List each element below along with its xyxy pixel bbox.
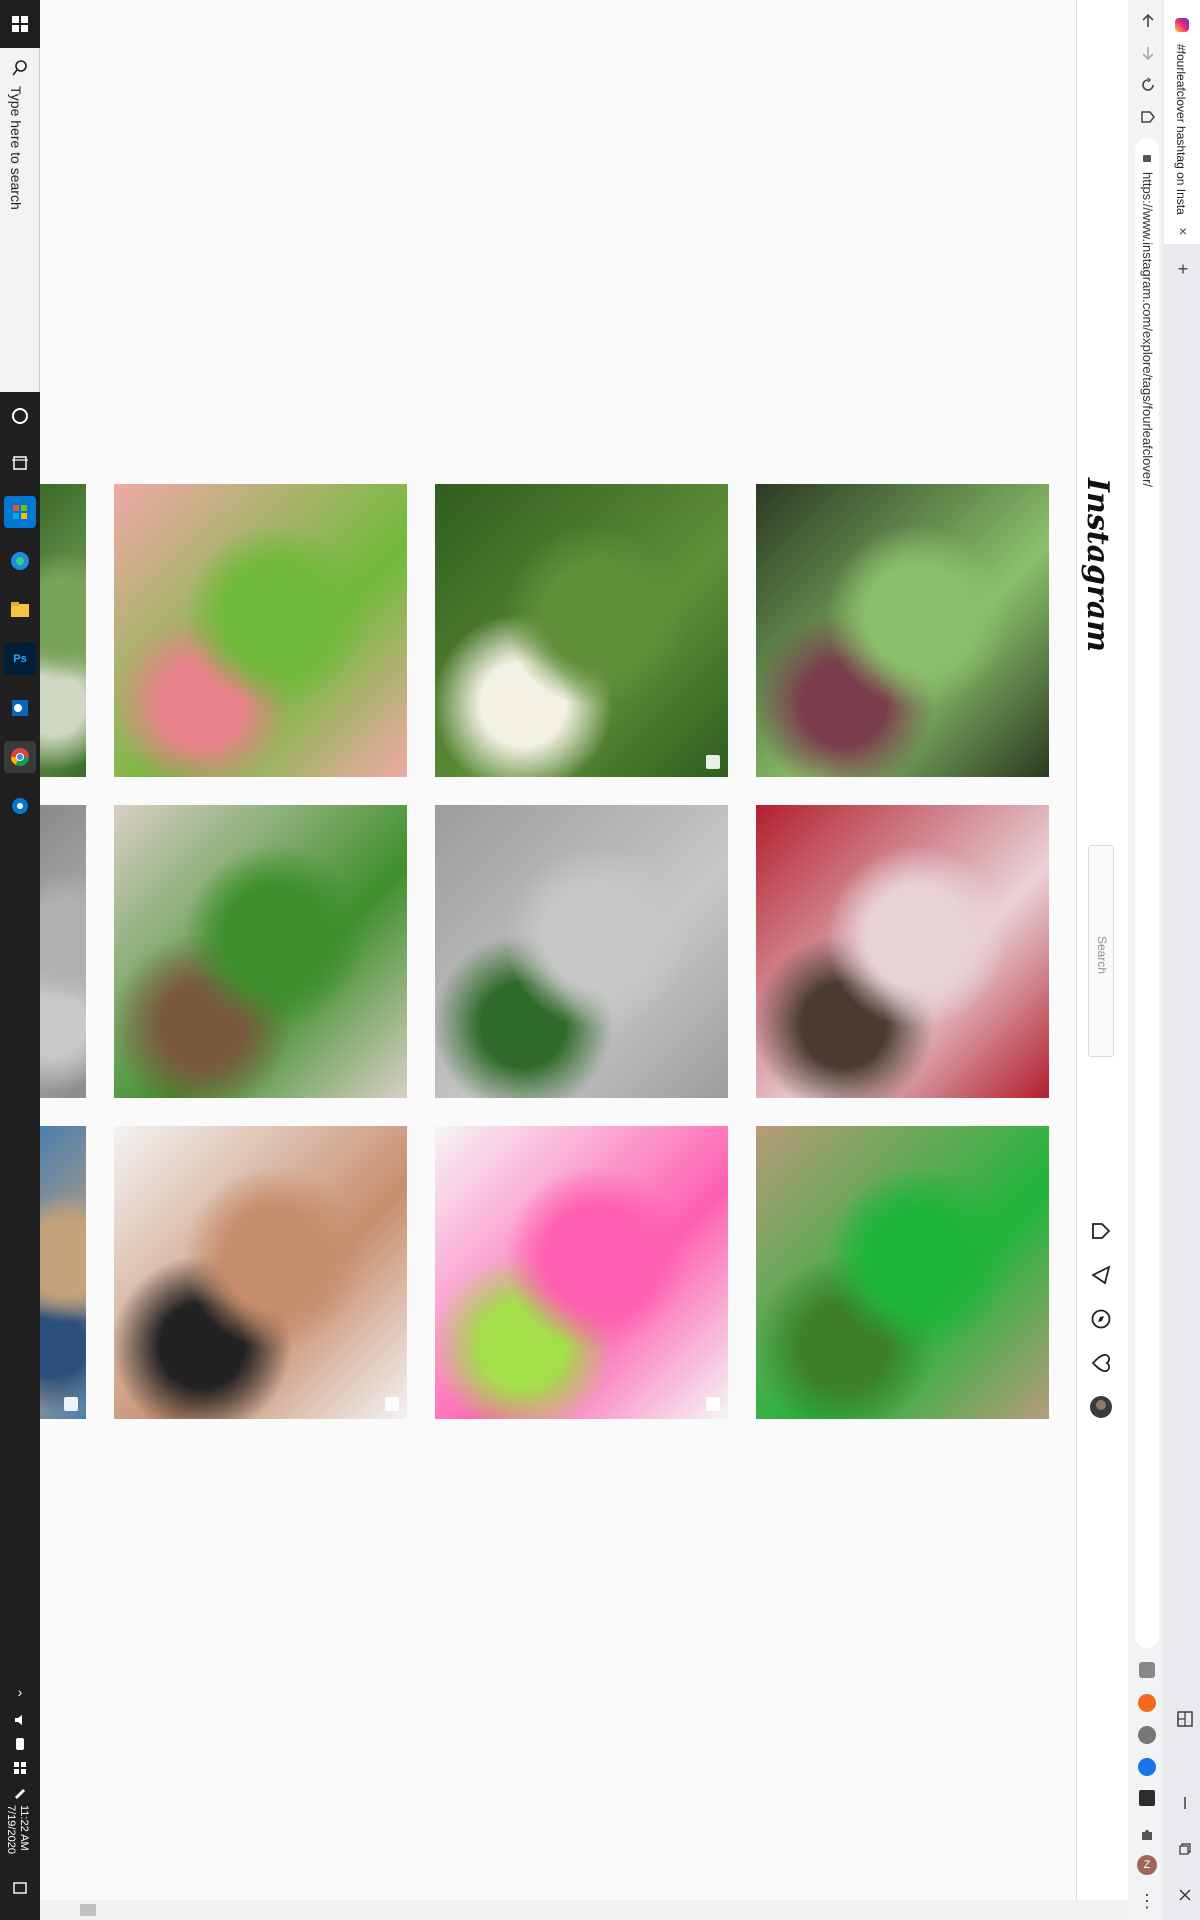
post-tile-hand-clover-pavement[interactable] [435,805,728,1098]
close-tab-icon[interactable]: × [1170,218,1196,244]
grammarly-icon[interactable] [1139,1662,1155,1678]
settings-icon[interactable] [4,790,36,822]
search-icon [10,58,30,78]
multi-post-icon [706,755,720,769]
profile-z-icon[interactable]: Z [1137,1855,1157,1875]
tab-title: #fourleafclover hashtag on Insta [1174,44,1188,215]
address-url[interactable]: https://www.instagram.com/explore/tags/f… [1140,172,1155,487]
edge-icon[interactable] [4,545,36,577]
direct-icon[interactable] [1088,1262,1114,1288]
puzzle-icon[interactable] [1134,1822,1160,1848]
close-window-icon[interactable] [1172,1882,1198,1908]
post-tile-clover-over-animal[interactable] [114,805,407,1098]
ext-gray-icon[interactable] [1138,1726,1156,1744]
clock[interactable]: 11:22 AM 7/19/2020 [4,1805,30,1854]
store-icon[interactable] [4,496,36,528]
clock-time: 11:22 AM [18,1805,30,1851]
back-icon[interactable] [1135,8,1161,34]
windows-logo-icon [12,16,28,32]
post-tile-fingers-holding-clover[interactable] [114,484,407,777]
horizontal-scrollbar[interactable] [40,1900,1128,1920]
menu-dots-icon[interactable]: ⋮ [1134,1888,1160,1914]
post-tile-clover-partial[interactable] [40,484,86,777]
taskbar-search-placeholder: Type here to search [8,86,24,210]
activity-icon[interactable] [1088,1350,1114,1376]
forward-icon[interactable] [1135,40,1161,66]
multi-post-icon [64,1397,78,1411]
post-tile-arm-tattoo[interactable] [114,1126,407,1419]
file-explorer-icon[interactable] [4,594,36,626]
ext-orange-icon[interactable] [1138,1694,1156,1712]
scrollbar-thumb[interactable] [80,1904,96,1916]
multi-post-icon [385,1397,399,1411]
layout-icon[interactable] [1172,1706,1198,1732]
profile-avatar-icon[interactable] [1088,1394,1114,1420]
ext-blue-icon[interactable] [1138,1758,1156,1776]
lock-icon[interactable] [1141,150,1153,162]
post-tile-clover-patch-white-flowers[interactable] [435,484,728,777]
post-tile-gray-partial[interactable] [40,805,86,1098]
notification-icon[interactable] [4,1872,36,1904]
restore-icon[interactable] [1172,1836,1198,1862]
instagram-logo[interactable]: Instagram [1080,478,1115,652]
instagram-search-input[interactable]: Search [1088,845,1114,1057]
post-tile-green-cap-clover[interactable] [756,1126,1049,1419]
bookmark-icon[interactable] [1135,104,1161,130]
post-tile-colorful-partial[interactable] [40,1126,86,1419]
ext-screen-icon[interactable] [1139,1790,1155,1806]
photoshop-icon[interactable]: Ps [4,643,36,675]
outlook-icon[interactable] [4,692,36,724]
post-tile-anime-fairy[interactable] [756,805,1049,1098]
instagram-favicon-icon [1175,18,1189,32]
task-view-icon[interactable] [4,447,36,479]
home-icon[interactable] [1088,1218,1114,1244]
pen-icon[interactable] [4,1776,36,1808]
cortana-icon[interactable] [4,400,36,432]
reload-icon[interactable] [1135,72,1161,98]
instagram-search-placeholder: Search [1095,936,1109,975]
minimize-icon[interactable] [1172,1790,1198,1816]
multi-post-icon [706,1397,720,1411]
post-tile-paper-flower-craft[interactable] [435,1126,728,1419]
start-button[interactable] [0,0,40,48]
clock-date: 7/19/2020 [5,1805,17,1854]
chrome-icon[interactable] [4,741,36,773]
post-tile-purple-center-clover[interactable] [756,484,1049,777]
explore-icon[interactable] [1088,1306,1114,1332]
new-tab-button[interactable]: + [1170,256,1196,282]
